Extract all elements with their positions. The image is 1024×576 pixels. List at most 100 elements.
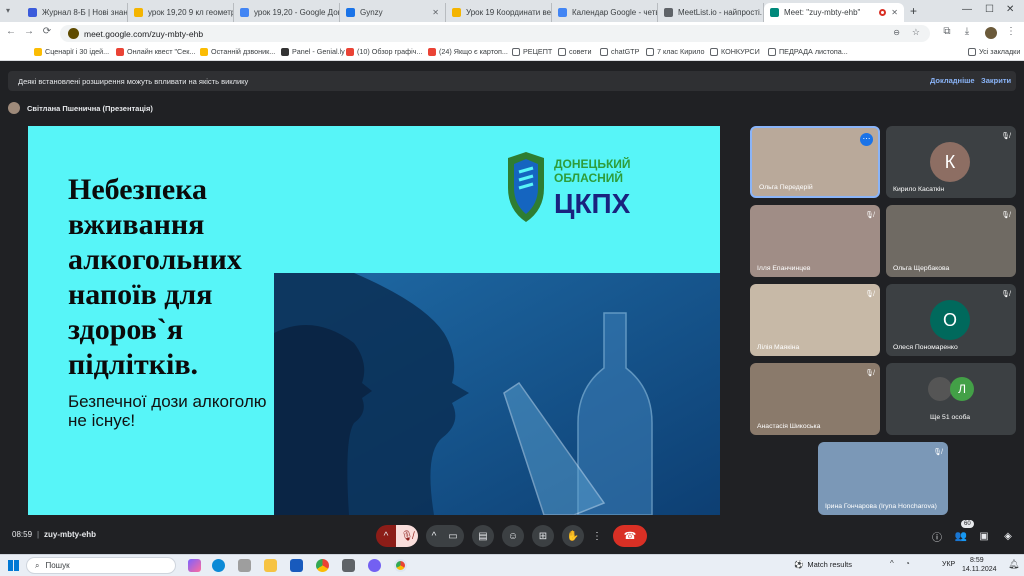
- browser-tab[interactable]: урок 19,20 - Google Док✕: [234, 3, 340, 22]
- clock-date[interactable]: 14.11.2024: [962, 566, 997, 573]
- presenter-name: Світлана Пшенична (Презентація): [27, 103, 153, 113]
- mic-muted-icon: 🎙︎̸: [933, 449, 942, 456]
- edge-icon[interactable]: [212, 559, 225, 572]
- captions-button[interactable]: ▤: [472, 525, 494, 547]
- bookmark-favicon-icon: [281, 47, 289, 56]
- bookmark-folder[interactable]: 7 клас Кирило: [646, 47, 705, 56]
- download-icon[interactable]: ⤓: [960, 26, 974, 37]
- participant-options-icon[interactable]: ⋯: [860, 133, 873, 146]
- meeting-time: 08:59: [12, 530, 33, 539]
- bookmark-folder[interactable]: chatGTP: [600, 47, 639, 56]
- file-explorer-icon[interactable]: [264, 559, 277, 572]
- tab-close-icon[interactable]: ✕: [888, 8, 898, 17]
- copilot-icon[interactable]: [188, 559, 201, 572]
- tab-search-icon[interactable]: ▾: [6, 6, 10, 15]
- participant-tile[interactable]: 🎙︎̸ Лілія Маякіна: [750, 284, 880, 356]
- tray-chevron-icon[interactable]: ^: [890, 559, 894, 568]
- bookmark-item[interactable]: (10) Обзор графіч...: [346, 47, 422, 56]
- browser-tab[interactable]: Журнал 8-Б | Нові знання✕: [22, 3, 128, 22]
- bookmark-item[interactable]: Останній дзвоник...: [200, 47, 275, 56]
- more-participants-tile[interactable]: Л Ще 51 особа: [886, 363, 1016, 435]
- bookmark-item[interactable]: Panel - Genial.ly: [281, 47, 345, 56]
- windows-start-icon[interactable]: [8, 560, 19, 571]
- bookmark-item[interactable]: Онлайн квест "Сек...: [116, 47, 195, 56]
- close-window-icon[interactable]: ✕: [1006, 4, 1014, 15]
- notice-details-link[interactable]: Докладніше: [930, 76, 975, 85]
- participant-name: Анастасія Шикоська: [757, 423, 821, 430]
- notice-close-button[interactable]: Закрити: [981, 76, 1011, 85]
- participant-tile[interactable]: 🎙︎̸ Ілля Епанчинцев: [750, 205, 880, 277]
- language-indicator[interactable]: УКР: [942, 561, 955, 568]
- notifications-icon[interactable]: 🔔︎: [1008, 559, 1019, 570]
- address-bar[interactable]: meet.google.com/zuy-mbty-ehb ⊖ ☆: [60, 25, 930, 42]
- alcohol-illustration: [274, 273, 720, 515]
- bookmark-item[interactable]: Сценарії і 30 ідей...: [34, 47, 109, 56]
- avatar[interactable]: [985, 27, 997, 39]
- participant-count-badge: 60: [961, 520, 974, 528]
- minimize-icon[interactable]: —: [962, 4, 972, 15]
- participant-tile[interactable]: 🎙︎̸ Анастасія Шикоська: [750, 363, 880, 435]
- video-options-button[interactable]: ^: [426, 525, 442, 547]
- bookmarks-bar: Сценарії і 30 ідей... Онлайн квест "Сек.…: [0, 44, 1024, 61]
- site-info-icon[interactable]: [68, 28, 79, 39]
- participant-tile[interactable]: 🎙︎̸ Ольга Щербакова: [886, 205, 1016, 277]
- bookmark-favicon-icon: [346, 47, 354, 56]
- zoom-icon[interactable]: ⊖: [893, 28, 900, 37]
- wifi-icon[interactable]: ◔: [905, 559, 910, 568]
- bookmark-folder[interactable]: КОНКУРСИ: [710, 47, 760, 56]
- browser-tab[interactable]: Gynzy ✕: [340, 3, 446, 22]
- people-button[interactable]: 👥: [950, 525, 972, 547]
- participant-tile[interactable]: 🎙︎̸ Ірина Гончарова (Iryna Honcharova): [818, 442, 948, 515]
- browser-tab[interactable]: урок 19,20 9 кл геометр.✕: [128, 3, 234, 22]
- bookmark-star-icon[interactable]: ☆: [912, 27, 920, 38]
- info-button[interactable]: ⓘ: [926, 525, 948, 547]
- browser-tab[interactable]: MeetList.io - найпрості.✕: [658, 3, 764, 22]
- extensions-icon[interactable]: ⧉: [940, 26, 954, 37]
- back-icon[interactable]: ←: [4, 26, 18, 37]
- participant-avatar: Л: [950, 377, 974, 401]
- bookmark-folder[interactable]: ПЕДРАДА листопа...: [768, 47, 848, 56]
- bookmark-folder[interactable]: совети: [558, 47, 591, 56]
- reload-icon[interactable]: ⟳: [40, 26, 54, 37]
- taskbar-search[interactable]: ⌕ Пошук: [26, 557, 176, 574]
- participant-tile[interactable]: О 🎙︎̸ Олеся Пономаренко: [886, 284, 1016, 356]
- menu-icon[interactable]: ⋮: [1004, 26, 1018, 37]
- clock-time[interactable]: 8:59: [970, 557, 984, 564]
- leave-call-button[interactable]: ☎: [613, 525, 647, 547]
- chrome-active-icon[interactable]: [394, 559, 407, 572]
- participant-tile[interactable]: ⋯ Ольга Передерій: [750, 126, 880, 198]
- bookmark-item[interactable]: (24) Якщо є картоп...: [428, 47, 508, 56]
- mic-muted-icon: 🎙︎̸: [1001, 212, 1010, 219]
- tab-close-icon[interactable]: ✕: [429, 8, 439, 17]
- match-results[interactable]: ⚽ Match results: [794, 560, 852, 569]
- tab-favicon-icon: [664, 8, 673, 17]
- new-tab-button[interactable]: +: [910, 4, 917, 18]
- activities-button[interactable]: ◈: [997, 525, 1019, 547]
- chat-button[interactable]: ▣: [973, 525, 995, 547]
- browser-tab[interactable]: Календар Google - четв.✕: [552, 3, 658, 22]
- raise-hand-button[interactable]: ✋: [562, 525, 584, 547]
- more-options-button[interactable]: ⋮: [590, 525, 604, 547]
- browser-tab[interactable]: Урок 19 Координати век✕: [446, 3, 552, 22]
- participant-tile[interactable]: К 🎙︎̸ Кирило Касаткін: [886, 126, 1016, 198]
- viber-icon[interactable]: [368, 559, 381, 572]
- camera-toggle-button[interactable]: ▭: [442, 525, 464, 547]
- audio-options-button[interactable]: ^: [376, 525, 396, 547]
- app-icon[interactable]: [238, 559, 251, 572]
- present-button[interactable]: ⊞: [532, 525, 554, 547]
- reactions-button[interactable]: ☺: [502, 525, 524, 547]
- folder-icon: [968, 47, 976, 56]
- app-icon[interactable]: [342, 559, 355, 572]
- bookmark-folder[interactable]: РЕЦЕПТ: [512, 47, 552, 56]
- divider: |: [37, 530, 40, 539]
- browser-tab-active[interactable]: Meet: "zuy-mbty-ehb" ✕: [764, 3, 904, 22]
- forward-icon[interactable]: →: [22, 26, 36, 37]
- maximize-icon[interactable]: ☐: [985, 4, 994, 15]
- chrome-icon[interactable]: [316, 559, 329, 572]
- mic-toggle-button[interactable]: 🎙︎̸: [396, 525, 418, 547]
- all-bookmarks[interactable]: Усі закладки: [968, 47, 1020, 56]
- tab-favicon-icon: [240, 8, 249, 17]
- folder-icon: [710, 47, 718, 56]
- word-icon[interactable]: [290, 559, 303, 572]
- participant-name: Ольга Щербакова: [893, 265, 950, 272]
